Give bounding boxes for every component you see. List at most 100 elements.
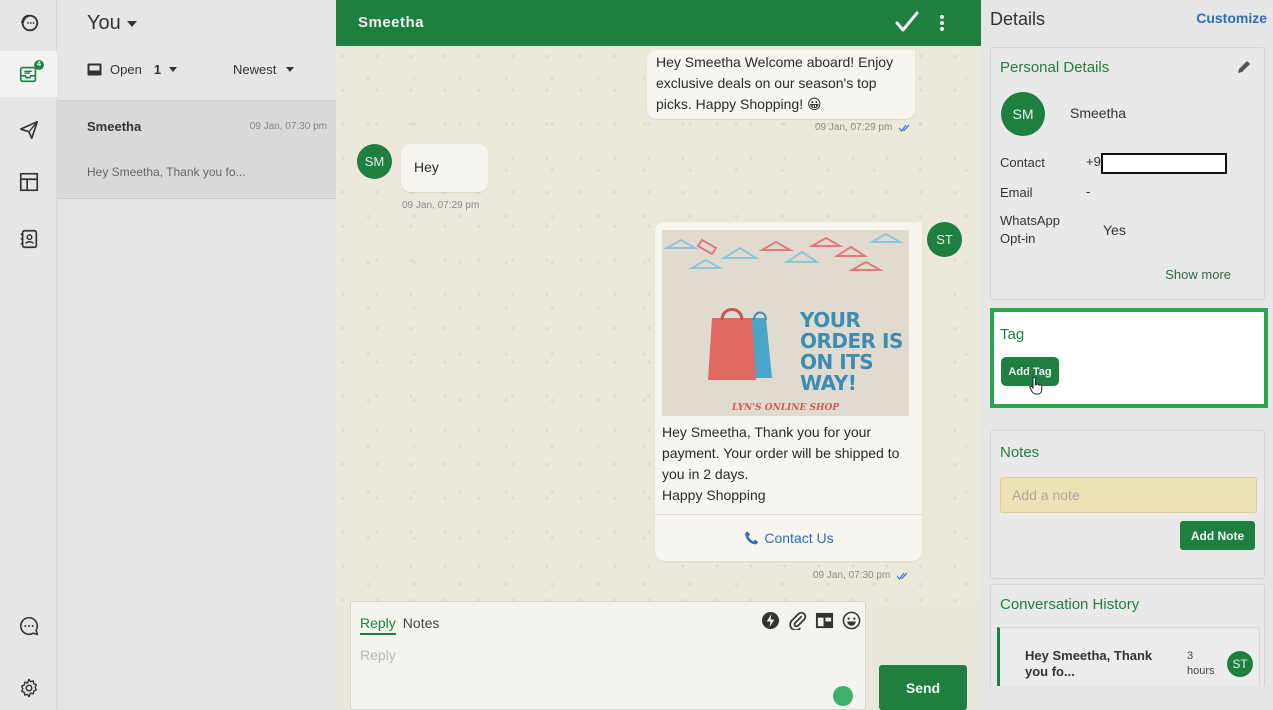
tag-card: Tag Add Tag: [990, 308, 1268, 408]
message-text: Hey Smeetha Welcome aboard! Enjoy exclus…: [656, 54, 894, 112]
campaigns-nav-button[interactable]: [0, 107, 57, 153]
sort-dropdown[interactable]: Newest: [233, 62, 295, 77]
chevron-down-icon: [126, 20, 137, 27]
timestamp-text: 09 Jan, 07:30 pm: [813, 570, 891, 581]
message-body: Hey Smeetha, Thank you for your payment.…: [662, 424, 900, 503]
layout-icon: [19, 172, 38, 192]
hangers-illustration: [663, 232, 904, 271]
message-thread: Hey Smeetha Welcome aboard! Enjoy exclus…: [336, 46, 981, 606]
status-filter-label: Open: [110, 62, 142, 77]
contact-avatar: SM: [1001, 92, 1045, 136]
paperclip-icon[interactable]: [788, 611, 807, 630]
more-options-icon[interactable]: [938, 12, 946, 34]
assignee-filter-label: You: [87, 12, 121, 34]
contact-name: Smeetha: [1070, 105, 1127, 121]
history-preview: Hey Smeetha, Thank you fo...: [1025, 648, 1153, 679]
reply-input[interactable]: [360, 644, 820, 666]
message-timestamp: 09 Jan, 07:29 pm: [402, 200, 480, 211]
chevron-down-icon: [286, 67, 295, 72]
message-timestamp: 09 Jan, 07:30 pm: [813, 570, 910, 581]
templates-nav-button[interactable]: [0, 159, 57, 205]
conversation-time: 09 Jan, 07:30 pm: [249, 121, 327, 132]
details-title: Details: [990, 9, 1046, 29]
sort-label: Newest: [233, 62, 277, 77]
send-icon: [19, 120, 38, 140]
email-value: -: [1086, 184, 1091, 199]
app-window: 4 You Open 1 Newest Smeetha 09 Jan, 07:3…: [0, 0, 1273, 710]
promo-image: YOUR ORDER IS ON ITS WAY! LYN'S ONLINE S…: [662, 230, 909, 416]
promo-heading: YOUR ORDER IS ON ITS WAY!: [800, 308, 903, 395]
chat-bubble-icon: [19, 616, 38, 636]
redacted-phone-box: [1101, 153, 1227, 174]
conversation-preview: Hey Smeetha, Thank you fo...: [87, 165, 246, 179]
promo-shop-name: LYN'S ONLINE SHOP: [731, 403, 840, 413]
status-filter-dropdown[interactable]: Open 1: [87, 62, 178, 77]
history-item[interactable]: Hey Smeetha, Thank you fo... 3 hours ST: [997, 627, 1260, 687]
quick-reply-icon[interactable]: [761, 611, 780, 630]
logo-icon[interactable]: [0, 0, 57, 46]
message-text: Hey Smeetha, Thank you for your payment.…: [662, 422, 909, 506]
pencil-icon[interactable]: [1236, 59, 1252, 75]
contact-us-label: Contact Us: [764, 529, 834, 546]
personal-details-title: Personal Details: [1000, 59, 1110, 76]
send-button[interactable]: Send: [879, 665, 967, 710]
history-avatar: ST: [1227, 651, 1253, 677]
contact-value: +9: [1086, 154, 1101, 169]
chevron-down-icon: [169, 67, 178, 72]
outgoing-message: Hey Smeetha Welcome aboard! Enjoy exclus…: [647, 50, 915, 119]
avatar: SM: [357, 144, 392, 179]
history-time: 3 hours: [1187, 650, 1215, 677]
message-timestamp: 09 Jan, 07:29 pm: [815, 122, 912, 133]
contact-label: Contact: [1000, 155, 1045, 170]
conversation-list-header: You Open 1 Newest: [57, 0, 336, 101]
timestamp-text: 09 Jan, 07:29 pm: [815, 122, 893, 133]
phone-icon: [745, 530, 759, 545]
tab-notes[interactable]: Notes: [403, 615, 440, 635]
left-rail: 4: [0, 0, 57, 710]
double-check-icon: [898, 124, 910, 132]
avatar: ST: [927, 222, 962, 257]
outgoing-template-message: YOUR ORDER IS ON ITS WAY! LYN'S ONLINE S…: [655, 222, 922, 561]
show-more-link[interactable]: Show more: [1165, 267, 1231, 282]
contacts-icon: [20, 229, 37, 249]
message-text: Hey: [414, 159, 439, 175]
double-check-icon: [896, 572, 908, 580]
customize-link[interactable]: Customize: [1196, 10, 1267, 26]
incoming-message: Hey: [401, 144, 488, 192]
open-count: 1: [153, 62, 162, 77]
notes-title: Notes: [1000, 444, 1040, 461]
add-note-button[interactable]: Add Note: [1180, 521, 1255, 550]
chat-header: Smeetha: [336, 0, 981, 46]
tray-icon: [87, 63, 102, 76]
conversation-history-title: Conversation History: [1000, 596, 1140, 613]
note-input[interactable]: [1000, 477, 1257, 513]
settings-nav-button[interactable]: [0, 665, 57, 710]
shopping-bags-illustration: [708, 308, 772, 380]
resolve-check-icon[interactable]: [894, 9, 920, 35]
contact-us-button[interactable]: Contact Us: [655, 514, 922, 561]
conversation-list-item[interactable]: Smeetha 09 Jan, 07:30 pm Hey Smeetha, Th…: [57, 101, 336, 199]
notes-card: Notes Add Note: [990, 430, 1265, 579]
chat-panel: Smeetha Hey Smeetha Welcome aboard! Enjo…: [336, 0, 981, 710]
template-icon[interactable]: [815, 611, 834, 630]
gear-icon: [20, 678, 37, 698]
email-label: Email: [1000, 185, 1033, 200]
assignee-filter-dropdown[interactable]: You: [87, 12, 137, 35]
conversation-name: Smeetha: [87, 119, 142, 134]
inbox-nav-button[interactable]: 4: [0, 51, 57, 97]
tab-reply[interactable]: Reply: [360, 615, 396, 635]
hand-cursor-icon: [1029, 377, 1043, 395]
contacts-nav-button[interactable]: [0, 216, 57, 262]
grammarly-icon[interactable]: [833, 686, 853, 706]
chat-contact-name: Smeetha: [358, 14, 425, 31]
optin-value: Yes: [1103, 222, 1126, 238]
panel-bottom-edge: [981, 686, 1273, 710]
conversation-list-panel: You Open 1 Newest Smeetha 09 Jan, 07:30 …: [57, 0, 336, 710]
composer-toolbar: [761, 611, 861, 630]
emoji-icon[interactable]: [842, 611, 861, 630]
optin-label: WhatsApp Opt-in: [1000, 213, 1060, 246]
inbox-count-badge: 4: [34, 60, 44, 70]
reply-composer: Reply Notes: [350, 601, 866, 710]
support-chat-button[interactable]: [0, 603, 57, 649]
tag-title: Tag: [1000, 326, 1025, 343]
